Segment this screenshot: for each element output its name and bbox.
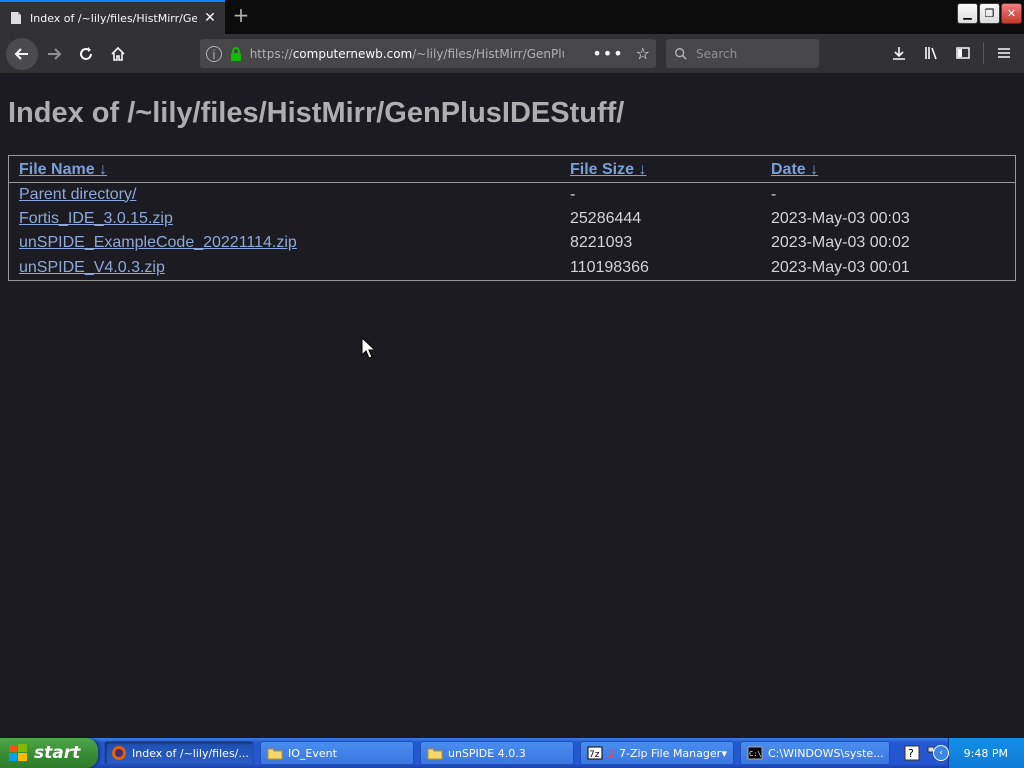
navigation-toolbar: i https://computernewb.com/~lily/files/H… bbox=[0, 34, 1024, 73]
forward-button[interactable] bbox=[38, 38, 70, 70]
lock-icon bbox=[230, 46, 241, 61]
svg-text:7z: 7z bbox=[589, 750, 600, 760]
chevron-down-icon: ▾ bbox=[721, 746, 727, 760]
sort-by-size-link[interactable]: File Size ↓ bbox=[570, 161, 646, 178]
close-window-button[interactable]: ✕ bbox=[1001, 3, 1022, 24]
file-size-cell: - bbox=[570, 185, 576, 203]
sidebar-icon bbox=[956, 47, 970, 59]
search-input[interactable] bbox=[696, 46, 806, 61]
system-tray: ‹ 9:48 PM bbox=[933, 738, 1024, 768]
home-icon bbox=[111, 46, 125, 61]
taskbar: start Index of /~lily/files/... IO_Event… bbox=[0, 738, 1024, 768]
info-icon[interactable]: i bbox=[206, 45, 222, 62]
table-row: Fortis_IDE_3.0.15.zip 25286444 2023-May-… bbox=[9, 207, 1015, 232]
mouse-cursor-icon bbox=[361, 337, 375, 359]
file-table: File Name ↓ File Size ↓ Date ↓ Parent di… bbox=[9, 156, 1015, 280]
start-button[interactable]: start bbox=[0, 738, 98, 768]
search-box[interactable] bbox=[666, 39, 819, 68]
start-label: start bbox=[34, 743, 81, 763]
windows-flag-icon bbox=[9, 744, 27, 761]
file-name-cell: unSPIDE_ExampleCode_20221114.zip bbox=[9, 231, 560, 256]
file-link[interactable]: Parent directory/ bbox=[19, 186, 136, 203]
file-name-cell: Parent directory/ bbox=[9, 182, 560, 207]
forward-arrow-icon bbox=[48, 47, 62, 60]
task-label: unSPIDE 4.0.3 bbox=[448, 746, 526, 760]
hamburger-menu-icon bbox=[998, 48, 1010, 58]
sort-by-name-link[interactable]: File Name ↓ bbox=[19, 161, 107, 178]
download-icon bbox=[893, 47, 905, 60]
task-label: IO_Event bbox=[288, 746, 337, 760]
tray-chevron-icon[interactable]: ‹ bbox=[933, 745, 949, 761]
column-header-date: Date ↓ bbox=[761, 156, 1015, 183]
file-name-cell: unSPIDE_V4.0.3.zip bbox=[9, 256, 560, 281]
table-row: unSPIDE_V4.0.3.zip 110198366 2023-May-03… bbox=[9, 256, 1015, 281]
task-label: Index of /~lily/files/... bbox=[132, 746, 249, 760]
tab-close-icon[interactable]: ✕ bbox=[203, 10, 217, 26]
back-button[interactable] bbox=[6, 37, 38, 70]
column-header-name: File Name ↓ bbox=[9, 156, 560, 183]
help-icon[interactable]: ? bbox=[904, 745, 920, 761]
file-size-cell: 8221093 bbox=[570, 234, 633, 252]
home-button[interactable] bbox=[102, 38, 134, 70]
column-header-size: File Size ↓ bbox=[560, 156, 761, 183]
file-date-cell: 2023-May-03 00:02 bbox=[771, 234, 910, 252]
tab-active[interactable]: Index of /~lily/files/HistMirr/GenPl ✕ bbox=[0, 0, 225, 34]
back-arrow-icon bbox=[14, 47, 28, 60]
taskbar-item-firefox[interactable]: Index of /~lily/files/... bbox=[104, 741, 254, 765]
folder-icon bbox=[427, 748, 443, 760]
file-date-cell: 2023-May-03 00:03 bbox=[771, 209, 910, 227]
table-row: Parent directory/ - - bbox=[9, 182, 1015, 207]
search-icon bbox=[675, 47, 687, 60]
taskbar-item-7zip[interactable]: 7z 2 7-Zip File Manager ▾ bbox=[580, 741, 734, 765]
file-date-cell: 2023-May-03 00:01 bbox=[771, 258, 910, 276]
toolbar-separator bbox=[983, 42, 984, 64]
file-link[interactable]: Fortis_IDE_3.0.15.zip bbox=[19, 210, 173, 227]
file-date-cell: - bbox=[771, 185, 777, 203]
new-tab-button[interactable]: + bbox=[230, 5, 252, 27]
task-label: C:\WINDOWS\syste... bbox=[768, 746, 884, 760]
tab-bar: Index of /~lily/files/HistMirr/GenPl ✕ +… bbox=[0, 0, 1024, 34]
file-size-cell: 25286444 bbox=[570, 209, 642, 227]
minimize-button[interactable]: ▁ bbox=[957, 3, 978, 24]
task-group-count: 2 bbox=[608, 746, 615, 760]
folder-icon bbox=[267, 748, 283, 760]
cmd-icon: C:\ bbox=[747, 746, 763, 760]
table-header-row: File Name ↓ File Size ↓ Date ↓ bbox=[9, 156, 1015, 183]
file-size-cell: 110198366 bbox=[570, 258, 649, 276]
sort-by-date-link[interactable]: Date ↓ bbox=[771, 161, 818, 178]
taskbar-item-unspide[interactable]: unSPIDE 4.0.3 bbox=[420, 741, 574, 765]
library-button[interactable] bbox=[915, 37, 947, 69]
page-actions-button[interactable]: ••• bbox=[592, 44, 623, 63]
tab-title: Index of /~lily/files/HistMirr/GenPl bbox=[30, 11, 197, 25]
window-controls: ▁ ❐ ✕ bbox=[957, 0, 1024, 30]
toolbar-right bbox=[883, 37, 1020, 69]
reload-icon bbox=[80, 46, 92, 60]
file-listing: File Name ↓ File Size ↓ Date ↓ Parent di… bbox=[8, 155, 1016, 281]
file-link[interactable]: unSPIDE_ExampleCode_20221114.zip bbox=[19, 234, 297, 251]
library-icon bbox=[925, 47, 937, 60]
taskbar-item-io-event[interactable]: IO_Event bbox=[260, 741, 414, 765]
taskbar-item-cmd[interactable]: C:\ C:\WINDOWS\syste... bbox=[740, 741, 890, 765]
url-text[interactable]: https://computernewb.com/~lily/files/His… bbox=[250, 47, 565, 61]
page-icon bbox=[11, 12, 21, 24]
clock: 9:48 PM bbox=[963, 746, 1008, 760]
address-bar[interactable]: i https://computernewb.com/~lily/files/H… bbox=[200, 39, 656, 68]
page-title: Index of /~lily/files/HistMirr/GenPlusID… bbox=[8, 97, 625, 129]
downloads-button[interactable] bbox=[883, 37, 915, 69]
sidebar-button[interactable] bbox=[947, 37, 979, 69]
menu-button[interactable] bbox=[988, 37, 1020, 69]
table-row: unSPIDE_ExampleCode_20221114.zip 8221093… bbox=[9, 231, 1015, 256]
reload-button[interactable] bbox=[70, 38, 102, 70]
bookmark-star-icon[interactable]: ☆ bbox=[636, 44, 650, 63]
page-content: Index of /~lily/files/HistMirr/GenPlusID… bbox=[0, 73, 1024, 738]
task-label: 7-Zip File Manager bbox=[619, 746, 722, 760]
svg-text:?: ? bbox=[908, 747, 914, 760]
7zip-icon: 7z bbox=[587, 746, 603, 760]
svg-text:C:\: C:\ bbox=[749, 750, 762, 758]
file-name-cell: Fortis_IDE_3.0.15.zip bbox=[9, 207, 560, 232]
file-link[interactable]: unSPIDE_V4.0.3.zip bbox=[19, 259, 165, 276]
restore-button[interactable]: ❐ bbox=[979, 3, 1000, 24]
firefox-icon bbox=[112, 746, 126, 760]
